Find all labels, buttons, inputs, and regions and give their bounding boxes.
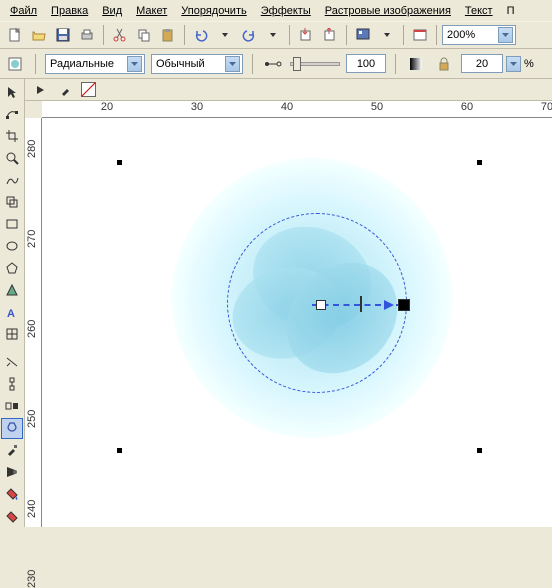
eyedropper-small-icon[interactable]: [55, 79, 77, 101]
edge-input[interactable]: [461, 54, 503, 73]
menubar: Файл Правка Вид Макет Упорядочить Эффект…: [0, 0, 552, 21]
menu-edit[interactable]: Правка: [45, 3, 94, 19]
menu-view[interactable]: Вид: [96, 3, 128, 19]
vertical-ruler: 280 270 260 250 240 230: [25, 118, 42, 527]
welcome-icon[interactable]: [409, 24, 431, 46]
outline-tool[interactable]: [1, 462, 23, 483]
transparency-end-handle[interactable]: [398, 299, 410, 311]
no-fill-swatch[interactable]: [81, 82, 96, 97]
app-launcher-icon[interactable]: [352, 24, 374, 46]
spinner-icon[interactable]: [506, 56, 521, 72]
blend-tool[interactable]: [1, 396, 23, 417]
transparency-start-handle[interactable]: [316, 300, 326, 310]
selection-handle[interactable]: [117, 160, 122, 165]
interactive-fill-tool[interactable]: [1, 506, 23, 527]
fill-tool[interactable]: [1, 484, 23, 505]
ellipse-tool[interactable]: [1, 235, 23, 256]
selection-handle[interactable]: [117, 448, 122, 453]
copy-icon[interactable]: [133, 24, 155, 46]
chevron-down-icon: [127, 56, 142, 72]
arrow-icon: [384, 300, 394, 310]
chevron-down-icon: [225, 56, 240, 72]
smart-fill-tool[interactable]: [1, 191, 23, 212]
selection-handle[interactable]: [477, 448, 482, 453]
zoom-value: 200%: [447, 29, 475, 41]
edit-fill-icon[interactable]: [4, 53, 26, 75]
cut-icon[interactable]: [109, 24, 131, 46]
open-icon[interactable]: [28, 24, 50, 46]
transparency-midpoint[interactable]: [360, 296, 362, 312]
app-list-icon[interactable]: [376, 24, 398, 46]
save-icon[interactable]: [52, 24, 74, 46]
wrap-dropdown[interactable]: Обычный: [151, 54, 243, 74]
connector-tool[interactable]: [1, 374, 23, 395]
midpoint-icon[interactable]: [262, 53, 284, 75]
svg-text:A: A: [7, 308, 15, 319]
canvas[interactable]: [42, 118, 552, 527]
lock-icon[interactable]: [433, 53, 455, 75]
menu-bitmap[interactable]: Растровые изображения: [319, 3, 457, 19]
document-nav-bar: [25, 79, 552, 101]
freehand-tool[interactable]: [1, 169, 23, 190]
undo-icon[interactable]: [190, 24, 212, 46]
standard-toolbar: 200%: [0, 21, 552, 49]
selection-handle[interactable]: [477, 160, 482, 165]
menu-arrange[interactable]: Упорядочить: [175, 3, 252, 19]
crop-tool[interactable]: [1, 125, 23, 146]
toolbox: A: [0, 79, 25, 527]
import-icon[interactable]: [295, 24, 317, 46]
property-bar: Радиальные Обычный %: [0, 49, 552, 79]
fill-type-dropdown[interactable]: Радиальные: [45, 54, 145, 74]
eyedropper-tool[interactable]: [1, 440, 23, 461]
shape-tool[interactable]: [1, 103, 23, 124]
chevron-down-icon: [498, 27, 513, 43]
zoom-dropdown[interactable]: 200%: [442, 25, 516, 45]
pick-tool[interactable]: [1, 81, 23, 102]
print-icon[interactable]: [76, 24, 98, 46]
midpoint-slider[interactable]: [290, 62, 340, 66]
play-icon[interactable]: [29, 79, 51, 101]
menu-text[interactable]: Текст: [459, 3, 499, 19]
fountain-steps-icon[interactable]: [405, 53, 427, 75]
percent-label: %: [524, 58, 534, 70]
menu-more[interactable]: П: [501, 3, 521, 19]
paste-icon[interactable]: [157, 24, 179, 46]
text-tool[interactable]: A: [1, 301, 23, 322]
opacity-input[interactable]: [346, 54, 386, 73]
redo-list-icon[interactable]: [262, 24, 284, 46]
wrap-label: Обычный: [156, 58, 205, 70]
fill-type-label: Радиальные: [50, 58, 114, 70]
zoom-tool[interactable]: [1, 147, 23, 168]
redo-icon[interactable]: [238, 24, 260, 46]
menu-layout[interactable]: Макет: [130, 3, 173, 19]
menu-file[interactable]: Файл: [4, 3, 43, 19]
dimension-tool[interactable]: [1, 352, 23, 373]
export-icon[interactable]: [319, 24, 341, 46]
horizontal-ruler: 20 30 40 50 60 70: [42, 101, 552, 118]
table-tool[interactable]: [1, 323, 23, 344]
polygon-tool[interactable]: [1, 257, 23, 278]
basic-shapes-tool[interactable]: [1, 279, 23, 300]
menu-effects[interactable]: Эффекты: [255, 3, 317, 19]
transparency-tool[interactable]: [1, 418, 23, 439]
rectangle-tool[interactable]: [1, 213, 23, 234]
undo-list-icon[interactable]: [214, 24, 236, 46]
new-icon[interactable]: [4, 24, 26, 46]
